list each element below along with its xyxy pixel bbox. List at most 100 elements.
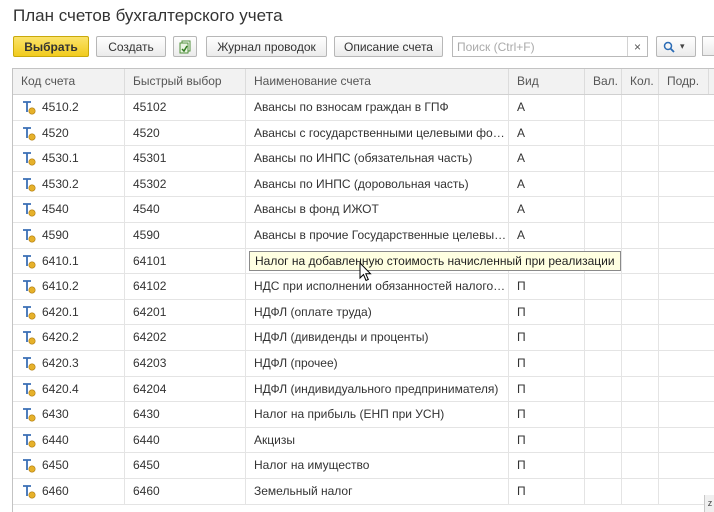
cell-kind: П bbox=[509, 479, 585, 504]
account-icon bbox=[23, 408, 36, 422]
cell-cur bbox=[585, 376, 622, 402]
cell-quick: 45301 bbox=[125, 146, 246, 172]
cell-qty bbox=[622, 376, 659, 402]
account-icon bbox=[23, 485, 36, 499]
col-subdivision-header[interactable]: Подр. bbox=[659, 69, 709, 94]
cell-cur bbox=[585, 325, 622, 351]
cell-sub bbox=[659, 274, 714, 299]
cell-sub bbox=[659, 428, 714, 453]
cell-qty bbox=[622, 95, 659, 120]
cell-qty bbox=[622, 351, 659, 376]
search-field[interactable]: Поиск (Ctrl+F) × bbox=[452, 36, 648, 57]
account-icon bbox=[23, 254, 36, 269]
account-icon bbox=[23, 280, 36, 294]
cell-sub bbox=[659, 377, 714, 402]
cell-name: Авансы по ИНПС (обязательная часть) bbox=[246, 146, 509, 172]
cell-sub bbox=[659, 146, 714, 171]
cell-qty bbox=[622, 402, 659, 428]
account-icon bbox=[23, 357, 36, 371]
account-icon bbox=[23, 305, 36, 320]
cell-quick: 6440 bbox=[125, 427, 246, 453]
cell-cur bbox=[585, 120, 622, 146]
cell-kind: П bbox=[509, 453, 585, 479]
more-button-fragment[interactable] bbox=[702, 36, 714, 56]
accounts-table[interactable]: Код счета Быстрый выбор Наименование сче… bbox=[12, 68, 714, 512]
table-row[interactable]: 4530.2 45302 Авансы по ИНПС (доровольная ч… bbox=[13, 171, 714, 198]
cell-sub bbox=[659, 300, 714, 325]
cell-kind: П bbox=[509, 274, 585, 300]
search-button[interactable]: ▾ bbox=[656, 36, 696, 57]
cell-quick: 64201 bbox=[125, 299, 246, 325]
table-row[interactable]: 6420.4 64204 НДФЛ (индивидуального предпри… bbox=[13, 376, 714, 403]
account-code: 4540 bbox=[42, 202, 69, 217]
journal-button[interactable]: Журнал проводок bbox=[206, 36, 327, 57]
cell-quick: 64204 bbox=[125, 376, 246, 402]
cell-name: НДФЛ (оплате труда) bbox=[246, 299, 509, 325]
cell-quick: 4540 bbox=[125, 197, 246, 223]
col-qty-header[interactable]: Кол. bbox=[622, 69, 659, 94]
cell-code: 6450 bbox=[13, 453, 125, 479]
account-icon bbox=[23, 331, 36, 345]
table-row[interactable]: 6440 6440 Акцизы П bbox=[13, 427, 714, 454]
copy-button[interactable] bbox=[173, 36, 197, 57]
cell-cur bbox=[585, 95, 622, 120]
cell-qty bbox=[622, 197, 659, 223]
col-kind-header[interactable]: Вид bbox=[509, 69, 585, 94]
cell-kind: А bbox=[509, 171, 585, 197]
col-quick-header[interactable]: Быстрый выбор bbox=[125, 69, 246, 94]
cell-name: НДФЛ (индивидуального предпринимателя) bbox=[246, 376, 509, 402]
table-row[interactable]: 4590 4590 Авансы в прочие Государственные … bbox=[13, 223, 714, 249]
cell-sub bbox=[659, 172, 714, 197]
table-row[interactable]: 4510.2 45102 Авансы по взносам граждан в Г… bbox=[13, 95, 714, 121]
cell-code: 6420.3 bbox=[13, 351, 125, 376]
cell-code: 6460 bbox=[13, 479, 125, 504]
cell-name: Налог на имущество bbox=[246, 453, 509, 479]
account-code: 4510.2 bbox=[42, 100, 79, 114]
clear-icon[interactable]: × bbox=[627, 37, 647, 56]
account-code: 6410.1 bbox=[42, 253, 79, 268]
account-icon bbox=[23, 203, 36, 217]
cell-code: 6420.1 bbox=[13, 299, 125, 325]
cell-code: 6430 bbox=[13, 402, 125, 428]
select-button[interactable]: Выбрать bbox=[13, 36, 89, 57]
col-currency-header[interactable]: Вал. bbox=[585, 69, 622, 94]
account-description-button[interactable]: Описание счета bbox=[334, 36, 443, 57]
cell-sub bbox=[659, 95, 714, 120]
cell-name: Авансы в прочие Государственные целевые.… bbox=[246, 223, 509, 248]
cell-kind: А bbox=[509, 197, 585, 223]
cell-code: 6440 bbox=[13, 427, 125, 453]
cell-kind: А bbox=[509, 95, 585, 120]
col-code-header[interactable]: Код счета bbox=[13, 69, 125, 94]
table-row[interactable]: 6450 6450 Налог на имущество П bbox=[13, 453, 714, 479]
cell-kind: А bbox=[509, 120, 585, 146]
table-row[interactable]: 6420.3 64203 НДФЛ (прочее) П bbox=[13, 351, 714, 377]
cell-cur bbox=[585, 197, 622, 223]
cell-sub bbox=[659, 197, 714, 222]
table-row[interactable]: 6420.2 64202 НДФЛ (дивиденды и проценты) П bbox=[13, 325, 714, 351]
col-name-header[interactable]: Наименование счета bbox=[246, 69, 509, 94]
account-icon bbox=[23, 433, 36, 448]
cell-quick: 4520 bbox=[125, 120, 246, 146]
cell-kind: А bbox=[509, 223, 585, 248]
table-row[interactable]: 6430 6430 Налог на прибыль (ЕНП при УСН) П bbox=[13, 402, 714, 428]
cell-qty bbox=[622, 146, 659, 172]
cell-name: Авансы по ИНПС (доровольная часть) bbox=[246, 171, 509, 197]
create-button[interactable]: Создать bbox=[96, 36, 166, 57]
cell-quick: 6460 bbox=[125, 479, 246, 504]
cell-quick: 64202 bbox=[125, 325, 246, 351]
cell-qty bbox=[622, 120, 659, 146]
cell-kind: П bbox=[509, 402, 585, 428]
cell-cur bbox=[585, 453, 622, 479]
account-code: 4590 bbox=[42, 228, 69, 242]
table-row[interactable]: 4530.1 45301 Авансы по ИНПС (обязательная … bbox=[13, 146, 714, 172]
table-row[interactable]: 4520 4520 Авансы с государственными целевы… bbox=[13, 120, 714, 147]
table-row[interactable]: 6460 6460 Земельный налог П bbox=[13, 479, 714, 505]
account-code: 6420.4 bbox=[42, 381, 79, 396]
cell-qty bbox=[622, 274, 659, 300]
account-icon bbox=[23, 126, 36, 141]
table-row[interactable]: 6420.1 64201 НДФЛ (оплате труда) П bbox=[13, 299, 714, 326]
account-icon bbox=[23, 101, 36, 115]
cell-qty bbox=[622, 299, 659, 325]
table-row[interactable]: 4540 4540 Авансы в фонд ИЖОТ А bbox=[13, 197, 714, 223]
cell-name: НДФЛ (прочее) bbox=[246, 351, 509, 376]
